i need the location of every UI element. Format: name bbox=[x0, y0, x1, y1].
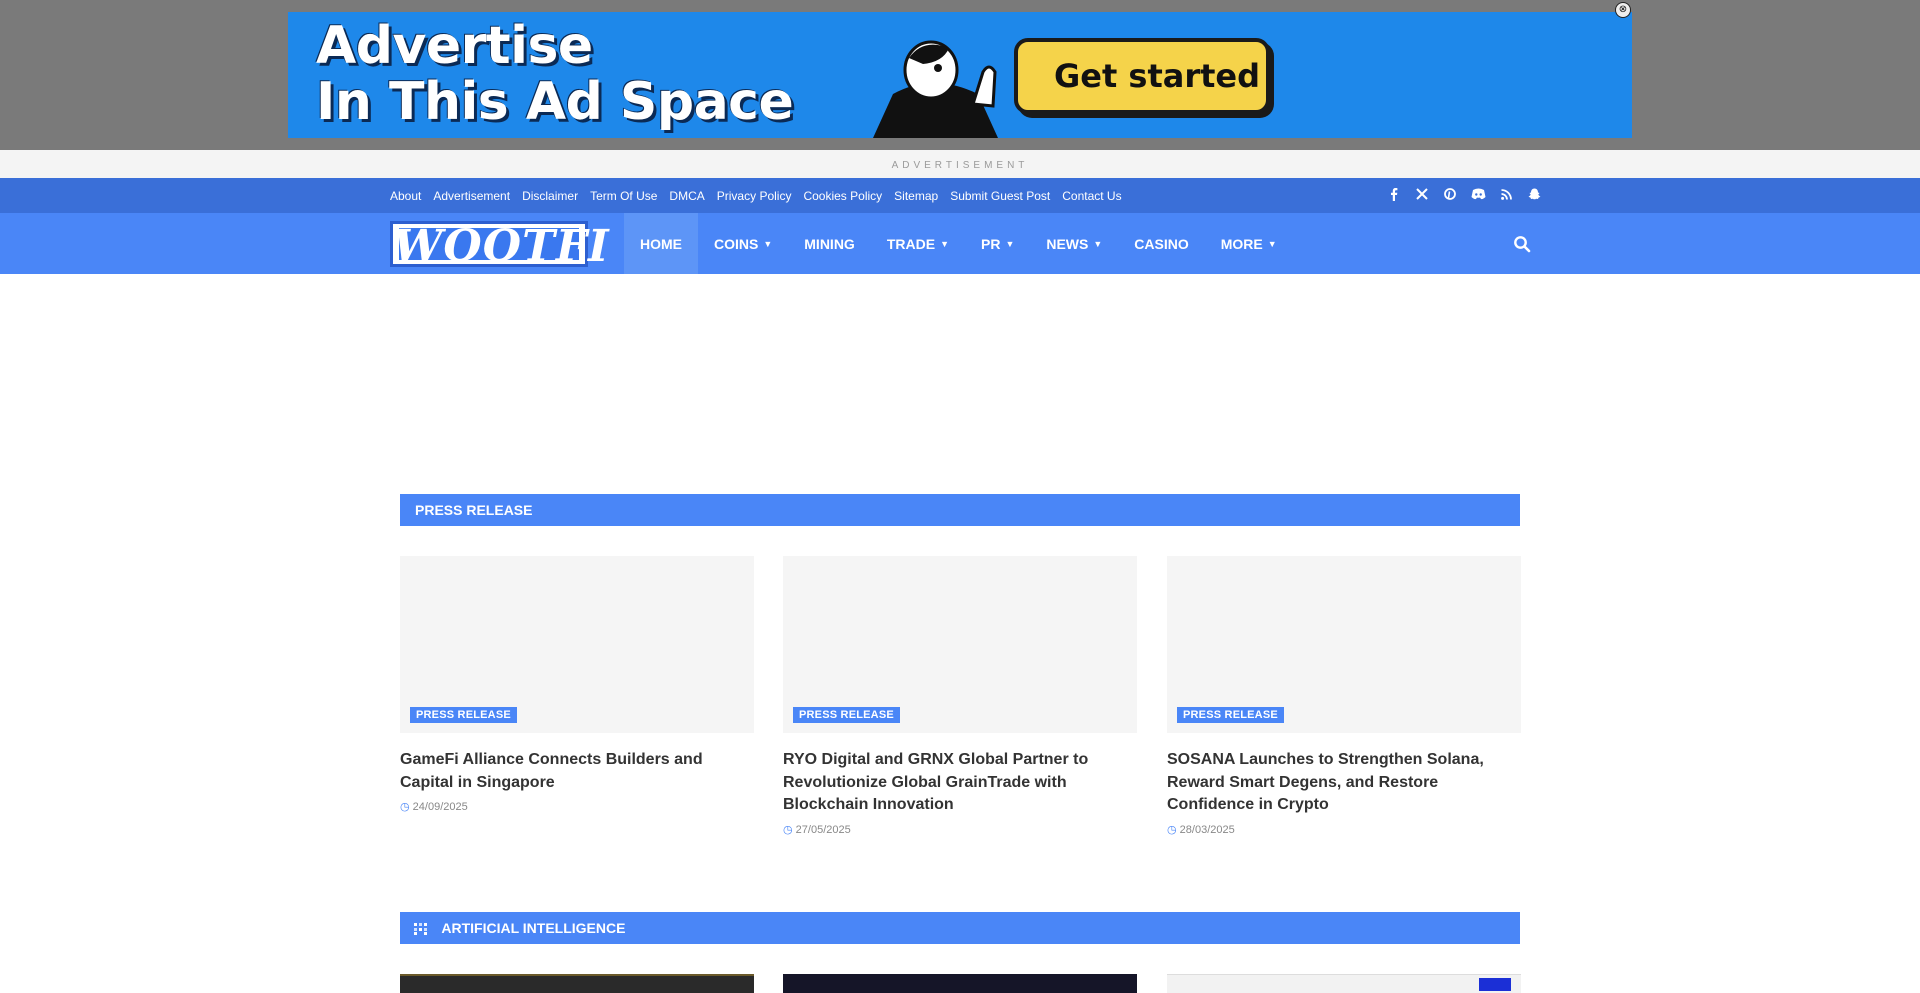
facebook-icon[interactable] bbox=[1380, 187, 1408, 204]
nav-item-pr[interactable]: PR ▼ bbox=[965, 213, 1030, 274]
top-link-disclaimer[interactable]: Disclaimer bbox=[522, 189, 578, 203]
top-utility-bar: About Advertisement Disclaimer Term Of U… bbox=[0, 178, 1920, 213]
logo-text: WOOTFI bbox=[393, 221, 610, 272]
top-link-contact-us[interactable]: Contact Us bbox=[1062, 189, 1121, 203]
pinterest-icon[interactable] bbox=[1436, 188, 1464, 203]
advertisement-label: ADVERTISEMENT bbox=[0, 150, 1920, 178]
ad-mascot-illustration bbox=[873, 40, 998, 138]
clock-icon: ◷ bbox=[400, 801, 410, 813]
nav-menu: HOME COINS ▼ MINING TRADE ▼ PR ▼ NEWS ▼ CASI… bbox=[624, 213, 1293, 274]
chevron-down-icon: ▼ bbox=[1267, 238, 1277, 249]
main-navigation: WOOTFI HOME COINS ▼ MINING TRADE ▼ PR ▼ NEW… bbox=[0, 213, 1920, 274]
nav-item-mining[interactable]: MINING bbox=[788, 213, 871, 274]
ad-close-icon[interactable]: ⊗ bbox=[1615, 2, 1631, 18]
nav-item-label: PR bbox=[980, 235, 1001, 252]
article-thumbnail[interactable] bbox=[400, 974, 754, 993]
category-badge[interactable]: PRESS RELEASE bbox=[793, 707, 900, 723]
nav-item-label: MORE bbox=[1220, 235, 1263, 252]
top-link-submit-guest-post[interactable]: Submit Guest Post bbox=[950, 189, 1050, 203]
site-logo[interactable]: WOOTFI bbox=[390, 221, 609, 272]
article-card[interactable]: PRESS RELEASE SOSANA Launches to Strengt… bbox=[1167, 556, 1521, 836]
top-link-cookies-policy[interactable]: Cookies Policy bbox=[803, 189, 882, 203]
nav-item-label: CASINO bbox=[1134, 235, 1189, 252]
nav-item-coins[interactable]: COINS ▼ bbox=[698, 213, 788, 274]
x-icon[interactable] bbox=[1408, 188, 1436, 203]
article-date: ◷ 24/09/2025 bbox=[400, 800, 754, 813]
section-title: PRESS RELEASE bbox=[415, 502, 533, 518]
nav-item-trade[interactable]: TRADE ▼ bbox=[871, 213, 965, 274]
article-thumbnail[interactable] bbox=[1167, 974, 1521, 993]
nav-item-more[interactable]: MORE ▼ bbox=[1205, 213, 1293, 274]
chevron-down-icon: ▼ bbox=[940, 238, 949, 249]
search-icon[interactable] bbox=[1513, 235, 1531, 253]
nav-item-news[interactable]: NEWS ▼ bbox=[1030, 213, 1118, 274]
section-header-artificial-intelligence[interactable]: ARTIFICIAL INTELLIGENCE bbox=[400, 912, 1520, 944]
category-badge[interactable]: PRESS RELEASE bbox=[1177, 707, 1284, 723]
social-icons bbox=[1380, 178, 1548, 213]
chevron-down-icon: ▼ bbox=[1093, 238, 1103, 249]
article-thumbnail[interactable]: PRESS RELEASE bbox=[400, 556, 754, 733]
article-card[interactable]: PRESS RELEASE GameFi Alliance Connects B… bbox=[400, 556, 754, 813]
top-link-sitemap[interactable]: Sitemap bbox=[894, 189, 938, 203]
nav-item-label: NEWS bbox=[1046, 235, 1089, 252]
date-text: 28/03/2025 bbox=[1179, 823, 1235, 836]
nav-item-label: HOME bbox=[640, 235, 682, 252]
chevron-down-icon: ▼ bbox=[1005, 238, 1015, 249]
article-card[interactable]: PRESS RELEASE RYO Digital and GRNX Globa… bbox=[783, 556, 1137, 836]
nav-item-home[interactable]: HOME bbox=[624, 213, 698, 274]
ad-headline-line2: In This Ad Space bbox=[316, 72, 794, 132]
top-link-term-of-use[interactable]: Term Of Use bbox=[590, 189, 657, 203]
article-title[interactable]: RYO Digital and GRNX Global Partner to R… bbox=[783, 749, 1137, 817]
article-thumbnail[interactable]: PRESS RELEASE bbox=[783, 556, 1137, 733]
top-link-dmca[interactable]: DMCA bbox=[669, 189, 704, 203]
clock-icon: ◷ bbox=[783, 823, 793, 836]
nav-item-label: MINING bbox=[804, 235, 855, 252]
ad-headline: Advertise In This Ad Space bbox=[316, 16, 794, 132]
nav-item-label: COINS bbox=[714, 235, 759, 252]
ad-banner[interactable]: Advertise In This Ad Space Get started bbox=[288, 12, 1632, 138]
rss-icon[interactable] bbox=[1492, 188, 1520, 203]
date-text: 24/09/2025 bbox=[412, 801, 468, 813]
top-links: About Advertisement Disclaimer Term Of U… bbox=[390, 178, 1134, 213]
article-date: ◷ 27/05/2025 bbox=[783, 823, 1137, 836]
top-ad-area: Advertise In This Ad Space Get started ⊗ bbox=[0, 0, 1920, 150]
top-link-about[interactable]: About bbox=[390, 189, 421, 203]
ad-get-started-button[interactable]: Get started bbox=[1014, 38, 1270, 114]
discord-icon[interactable] bbox=[1464, 188, 1492, 203]
article-thumbnail[interactable]: PRESS RELEASE bbox=[1167, 556, 1521, 733]
article-title[interactable]: GameFi Alliance Connects Builders and Ca… bbox=[400, 749, 754, 794]
ad-headline-line1: Advertise bbox=[316, 16, 593, 76]
article-date: ◷ 28/03/2025 bbox=[1167, 823, 1521, 836]
grid-icon bbox=[414, 923, 427, 936]
section-title: ARTIFICIAL INTELLIGENCE bbox=[441, 920, 626, 936]
article-thumbnail[interactable] bbox=[783, 974, 1137, 993]
article-title[interactable]: SOSANA Launches to Strengthen Solana, Re… bbox=[1167, 749, 1521, 817]
date-text: 27/05/2025 bbox=[795, 823, 851, 836]
clock-icon: ◷ bbox=[1167, 823, 1177, 836]
top-link-privacy-policy[interactable]: Privacy Policy bbox=[717, 189, 792, 203]
top-link-advertisement[interactable]: Advertisement bbox=[433, 189, 510, 203]
section-header-press-release[interactable]: PRESS RELEASE bbox=[400, 494, 1520, 526]
snapchat-icon[interactable] bbox=[1520, 188, 1548, 203]
nav-item-label: TRADE bbox=[886, 235, 936, 252]
nav-item-casino[interactable]: CASINO bbox=[1118, 213, 1204, 274]
category-badge[interactable]: PRESS RELEASE bbox=[410, 707, 517, 723]
thumbnail-button-shape bbox=[1479, 978, 1511, 991]
chevron-down-icon: ▼ bbox=[763, 238, 773, 249]
